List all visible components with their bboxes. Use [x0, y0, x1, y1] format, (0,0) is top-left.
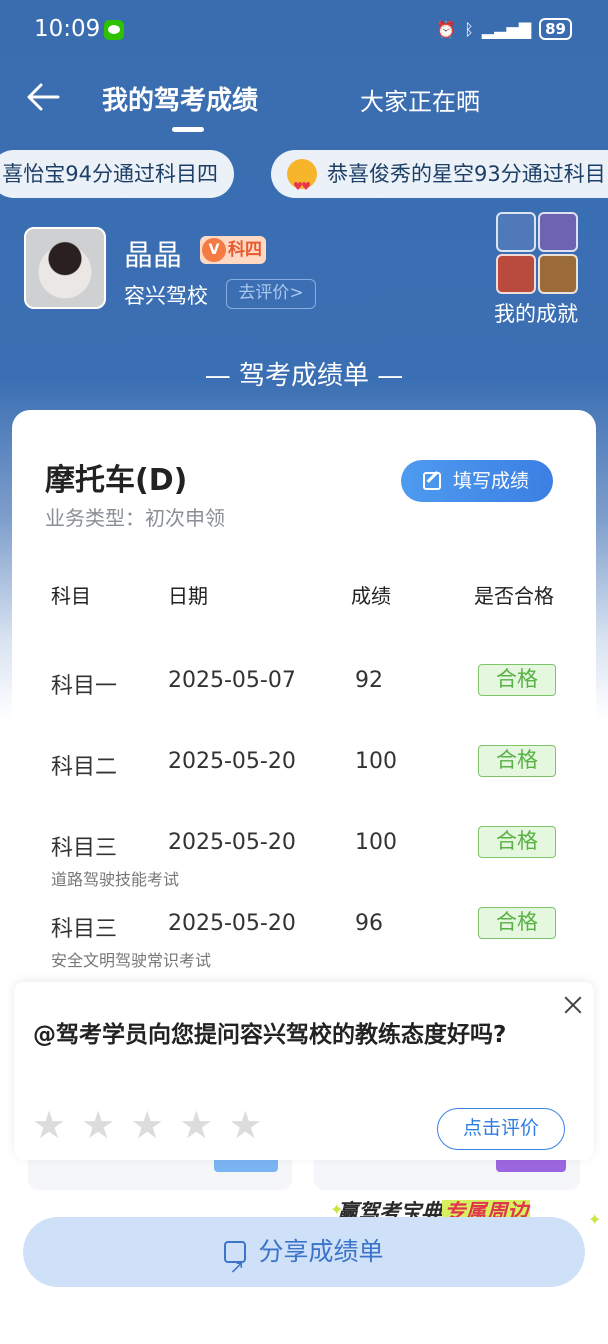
edit-icon: [423, 472, 441, 490]
row-score: 92: [355, 668, 383, 693]
pass-badge: 合格: [478, 907, 556, 939]
ticker-item: 喜怡宝94分通过科目四: [0, 150, 234, 198]
table-row: 科目三 2025-05-20 100 合格 道路驾驶技能考试: [12, 826, 596, 890]
fill-score-button[interactable]: 填写成绩: [401, 460, 553, 502]
tab-my-scores[interactable]: 我的驾考成绩: [102, 80, 258, 117]
my-achievements-label[interactable]: 我的成就: [494, 298, 578, 328]
business-type: 业务类型：初次申领: [45, 506, 225, 530]
tab-indicator: [172, 127, 204, 132]
score-sheet-title: — 驾考成绩单 —: [204, 361, 404, 391]
row-score: 100: [355, 830, 397, 855]
header-date: 日期: [168, 584, 208, 608]
badge-label: 科四: [228, 240, 262, 260]
row-date: 2025-05-20: [168, 911, 296, 936]
tab-everyone-sharing[interactable]: 大家正在晒: [360, 82, 480, 117]
row-subject: 科目二: [51, 755, 118, 780]
share-score-button[interactable]: 分享成绩单: [23, 1217, 585, 1303]
ticker-item: 恭喜俊秀的星空93分通过科目: [271, 150, 608, 198]
achievement-medals[interactable]: [494, 210, 580, 294]
star-icon[interactable]: ★: [130, 1106, 164, 1144]
level-badge: V 科四: [200, 236, 266, 264]
status-icons: ⏰ ᛒ ▂▃▅▇ 89: [436, 18, 572, 40]
score-card: 摩托车(D) 业务类型：初次申领 填写成绩 科目 日期 成绩 是否合格 科目一 …: [12, 410, 596, 990]
row-date: 2025-05-07: [168, 668, 296, 693]
pass-badge: 合格: [478, 745, 556, 777]
star-icon[interactable]: ★: [179, 1106, 213, 1144]
vip-icon: V: [202, 238, 226, 262]
bluetooth-icon: ᛒ: [464, 19, 474, 39]
status-bar: 10:09 ⏰ ᛒ ▂▃▅▇ 89: [0, 0, 608, 60]
share-icon: [224, 1233, 247, 1303]
row-date: 2025-05-20: [168, 830, 296, 855]
rate-now-button[interactable]: 点击评价: [437, 1108, 565, 1150]
medal-icon: [538, 212, 578, 252]
row-subject: 科目三: [51, 917, 118, 942]
close-icon[interactable]: [560, 992, 586, 1018]
row-score: 96: [355, 911, 383, 936]
rating-popup: @驾考学员向您提问容兴驾校的教练态度好吗? ★ ★ ★ ★ ★ 点击评价: [14, 982, 594, 1160]
signal-icon: ▂▃▅▇: [481, 19, 532, 39]
header-subject: 科目: [51, 584, 91, 608]
medal-icon: [496, 254, 536, 294]
header-pass: 是否合格: [474, 584, 554, 608]
popup-question: @驾考学员向您提问容兴驾校的教练态度好吗?: [33, 1022, 507, 1048]
header-score: 成绩: [351, 584, 391, 608]
alarm-icon: ⏰: [436, 19, 457, 39]
ticker-text: 喜怡宝94分通过科目四: [2, 162, 218, 186]
status-time: 10:09: [34, 16, 101, 42]
row-score: 100: [355, 749, 397, 774]
row-note: 道路驾驶技能考试: [51, 870, 180, 889]
sparkle-icon: ✦: [588, 1210, 602, 1229]
ticker-text: 恭喜俊秀的星空93分通过科目: [327, 162, 606, 186]
star-icon[interactable]: ★: [32, 1106, 66, 1144]
avatar[interactable]: [24, 227, 106, 309]
share-label: 分享成绩单: [258, 1237, 384, 1266]
medal-icon: [496, 212, 536, 252]
medal-icon: [538, 254, 578, 294]
fill-score-label: 填写成绩: [453, 470, 530, 492]
star-icon[interactable]: ★: [228, 1106, 262, 1144]
pass-badge: 合格: [478, 664, 556, 696]
row-subject: 科目一: [51, 674, 118, 699]
table-row: 科目一 2025-05-07 92 合格: [12, 664, 596, 728]
back-arrow-icon[interactable]: [26, 82, 60, 112]
table-row: 科目二 2025-05-20 100 合格: [12, 745, 596, 809]
row-subject: 科目三: [51, 836, 118, 861]
star-icon[interactable]: ★: [81, 1106, 115, 1144]
row-date: 2025-05-20: [168, 749, 296, 774]
pass-badge: 合格: [478, 826, 556, 858]
row-note: 安全文明驾驶常识考试: [51, 951, 212, 970]
driving-school-name: 容兴驾校: [124, 284, 208, 308]
heart-eyes-emoji-icon: [287, 159, 317, 198]
table-row: 科目三 2025-05-20 96 合格 安全文明驾驶常识考试: [12, 907, 596, 971]
star-rating[interactable]: ★ ★ ★ ★ ★: [32, 1106, 262, 1144]
rate-school-button[interactable]: 去评价>: [226, 279, 316, 309]
user-name: 晶晶: [124, 238, 183, 272]
wechat-icon: [104, 20, 124, 40]
battery-icon: 89: [539, 18, 572, 40]
vehicle-type: 摩托车(D): [45, 463, 188, 498]
